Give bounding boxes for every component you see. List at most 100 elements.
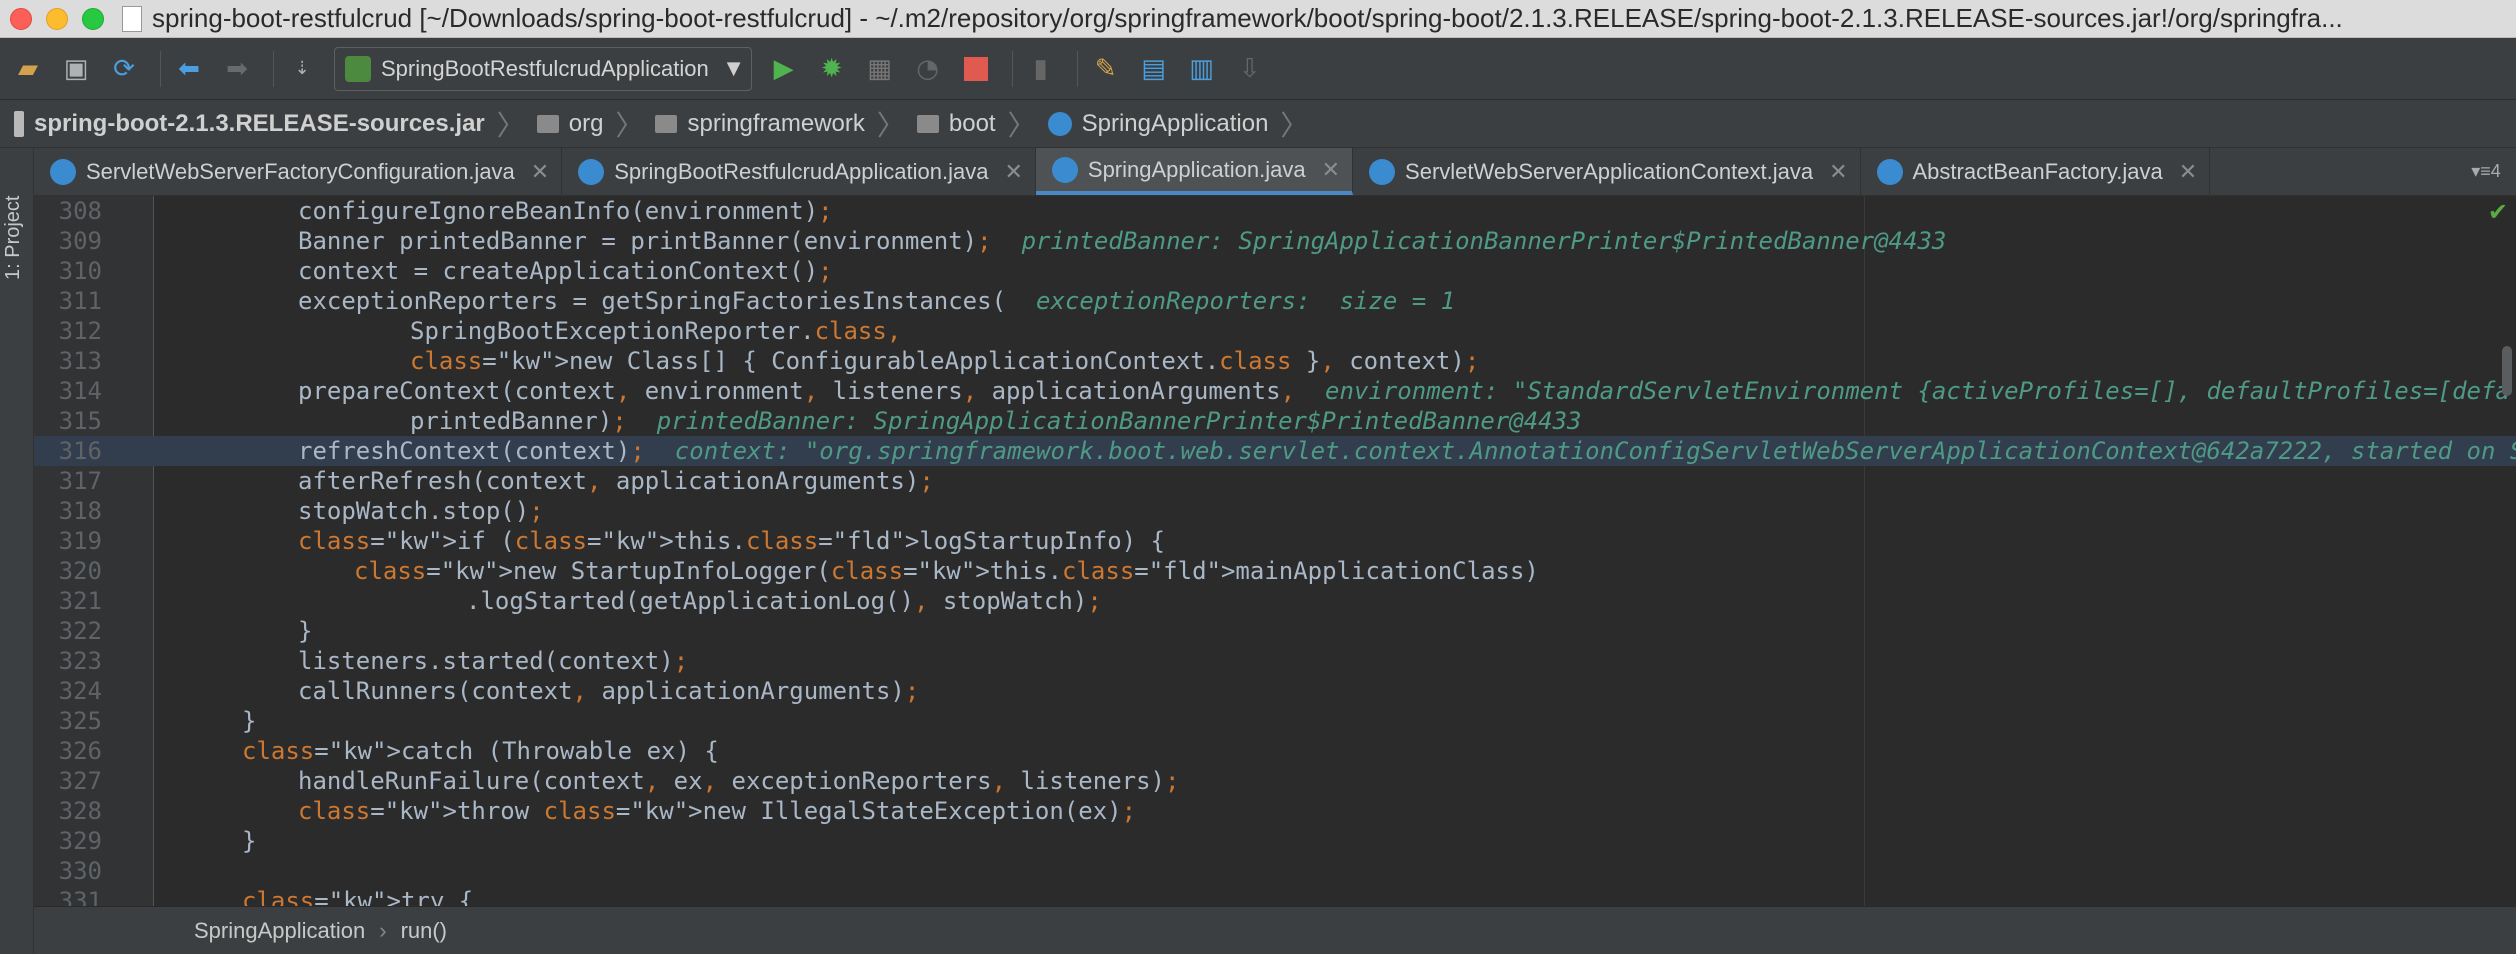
code-line[interactable]: 326 class="kw">catch (Throwable ex) { [34, 736, 2516, 766]
tab-springbootrestfulcrudapplication[interactable]: SpringBootRestfulcrudApplication.java ✕ [562, 148, 1036, 195]
code-text: refreshContext(context); [298, 437, 645, 465]
build-icon[interactable]: ⇣ [282, 49, 322, 89]
sdk-icon[interactable]: ▥ [1182, 49, 1222, 89]
code-text: } [242, 827, 257, 855]
open-folder-icon[interactable]: ▰ [8, 49, 48, 89]
code-line[interactable]: 331 class="kw">try { [34, 886, 2516, 906]
vcs-icon[interactable]: ⇩ [1230, 49, 1270, 89]
project-structure-icon[interactable]: ✎ [1086, 49, 1126, 89]
code-line[interactable]: 316 refreshContext(context); context: "org… [34, 436, 2516, 466]
code-line[interactable]: 310 context = createApplicationContext(); [34, 256, 2516, 286]
breadcrumb-item-springapplication[interactable]: SpringApplication [1047, 110, 1268, 138]
code-line[interactable]: 313 class="kw">new Class[] { Configurable… [34, 346, 2516, 376]
code-text: context = createApplicationContext(); [298, 257, 833, 285]
code-line[interactable]: 325} [34, 706, 2516, 736]
close-tab-icon[interactable]: ✕ [1322, 157, 1340, 183]
code-line[interactable]: 311 exceptionReporters = getSpringFactori… [34, 286, 2516, 316]
line-number: 312 [58, 317, 102, 345]
code-line[interactable]: 328 class="kw">throw class="kw">new Illeg… [34, 796, 2516, 826]
code-line[interactable]: 312 SpringBootExceptionReporter.class, [34, 316, 2516, 346]
breadcrumb-label: boot [948, 109, 996, 137]
stop-icon[interactable] [956, 49, 996, 89]
sync-icon[interactable]: ⟳ [104, 49, 144, 89]
code-line[interactable]: 329} [34, 826, 2516, 856]
breadcrumb-separator: 〉 [615, 109, 644, 141]
code-line[interactable]: 315 printedBanner); printedBanner: SpringA… [34, 406, 2516, 436]
code-line[interactable]: 317 afterRefresh(context, applicationArgu… [34, 466, 2516, 496]
line-number: 309 [58, 227, 102, 255]
code-line[interactable]: 323 listeners.started(context); [34, 646, 2516, 676]
class-icon [1047, 111, 1072, 136]
structure-breadcrumb: SpringApplication › run() [34, 906, 2516, 954]
line-number: 331 [58, 887, 102, 906]
checkmark-icon: ✔ [2487, 198, 2508, 226]
code-line[interactable]: 319 class="kw">if (class="kw">this.class=… [34, 526, 2516, 556]
code-lines: 308 configureIgnoreBeanInfo(environment);… [34, 196, 2516, 906]
close-tab-icon[interactable]: ✕ [531, 159, 549, 185]
maximize-window-button[interactable] [82, 7, 104, 30]
code-line[interactable]: 327 handleRunFailure(context, ex, excepti… [34, 766, 2516, 796]
document-icon [122, 5, 142, 32]
inline-debug-value: exceptionReporters: size = 1 [1036, 287, 1456, 315]
debug-icon[interactable]: ✹ [812, 49, 852, 89]
close-window-button[interactable] [10, 7, 32, 30]
vertical-scrollbar[interactable] [2502, 346, 2512, 396]
structure-method[interactable]: run() [401, 918, 447, 944]
main-toolbar: ▰ ▣ ⟳ ⬅ ➡ ⇣ SpringBootRestfulcrudApplica… [0, 38, 2516, 100]
code-text: class="kw">catch (Throwable ex) { [242, 737, 719, 765]
code-line[interactable]: 309 Banner printedBanner = printBanner(en… [34, 226, 2516, 256]
title-bar: spring-boot-restfulcrud [~/Downloads/spr… [0, 0, 2516, 38]
code-line[interactable]: 321 .logStarted(getApplicationLog(), stop… [34, 586, 2516, 616]
line-number: 311 [58, 287, 102, 315]
code-text: Banner printedBanner = printBanner(envir… [298, 227, 992, 255]
breadcrumb-item-boot[interactable]: boot [916, 109, 996, 138]
coverage-icon[interactable]: ▦ [860, 49, 900, 89]
tab-servletwebserverfactoryconfiguration[interactable]: ServletWebServerFactoryConfiguration.jav… [34, 148, 563, 195]
code-line[interactable]: 314 prepareContext(context, environment, … [34, 376, 2516, 406]
close-tab-icon[interactable]: ✕ [2179, 159, 2197, 185]
minimize-window-button[interactable] [46, 7, 68, 30]
tab-abstractbeanfactory[interactable]: AbstractBeanFactory.java ✕ [1861, 148, 2211, 195]
code-line[interactable]: 322} [34, 616, 2516, 646]
tab-servletwebserverapplicationcontext[interactable]: ServletWebServerApplicationContext.java … [1353, 148, 1861, 195]
tabs-overflow-menu[interactable]: ▾≡ 4 [2456, 148, 2516, 195]
back-icon[interactable]: ⬅ [169, 49, 209, 89]
breadcrumb-separator: 〉 [496, 109, 525, 141]
code-line[interactable]: 330 [34, 856, 2516, 886]
breadcrumb-item-springframework[interactable]: springframework [655, 110, 865, 138]
close-tab-icon[interactable]: ✕ [1829, 159, 1847, 185]
forward-icon[interactable]: ➡ [217, 49, 257, 89]
breadcrumb-item-org[interactable]: org [536, 109, 604, 138]
tab-label: AbstractBeanFactory.java [1912, 158, 2163, 184]
breadcrumb-label: org [568, 109, 604, 137]
tab-label: SpringBootRestfulcrudApplication.java [614, 158, 989, 184]
structure-class[interactable]: SpringApplication [194, 918, 365, 944]
code-text: class="kw">throw class="kw">new IllegalS… [298, 797, 1137, 825]
inline-debug-value: printedBanner: SpringApplicationBannerPr… [1021, 227, 1947, 255]
line-number: 313 [58, 347, 102, 375]
run-icon[interactable]: ▶ [764, 49, 804, 89]
line-number: 316 [58, 437, 102, 465]
window-title: spring-boot-restfulcrud [~/Downloads/spr… [152, 3, 2343, 33]
profile-icon[interactable]: ◔ [908, 49, 948, 89]
close-tab-icon[interactable]: ✕ [1004, 159, 1022, 185]
spring-boot-icon [345, 55, 371, 82]
code-editor[interactable]: 308 configureIgnoreBeanInfo(environment);… [34, 196, 2516, 906]
code-text: callRunners(context, applicationArgument… [298, 677, 920, 705]
attach-debugger-icon[interactable]: ▮ [1021, 49, 1061, 89]
tab-springapplication[interactable]: SpringApplication.java ✕ [1035, 148, 1354, 195]
tab-label: ServletWebServerFactoryConfiguration.jav… [86, 158, 515, 184]
tab-label: SpringApplication.java [1087, 156, 1306, 182]
code-line[interactable]: 324 callRunners(context, applicationArgum… [34, 676, 2516, 706]
project-tool-window-button[interactable]: 1: Project [2, 160, 25, 280]
run-configuration-select[interactable]: SpringBootRestfulcrudApplication ▼ [334, 46, 752, 91]
save-all-icon[interactable]: ▣ [56, 49, 96, 89]
code-text: .logStarted(getApplicationLog(), stopWat… [466, 587, 1102, 615]
line-number: 308 [58, 197, 102, 225]
code-line[interactable]: 308 configureIgnoreBeanInfo(environment); [34, 196, 2516, 226]
inline-debug-value: printedBanner: SpringApplicationBannerPr… [656, 407, 1582, 435]
settings-icon[interactable]: ▤ [1134, 49, 1174, 89]
code-line[interactable]: 318 stopWatch.stop(); [34, 496, 2516, 526]
code-line[interactable]: 320 class="kw">new StartupInfoLogger(clas… [34, 556, 2516, 586]
breadcrumb-item-jar[interactable]: spring-boot-2.1.3.RELEASE-sources.jar [14, 110, 485, 138]
